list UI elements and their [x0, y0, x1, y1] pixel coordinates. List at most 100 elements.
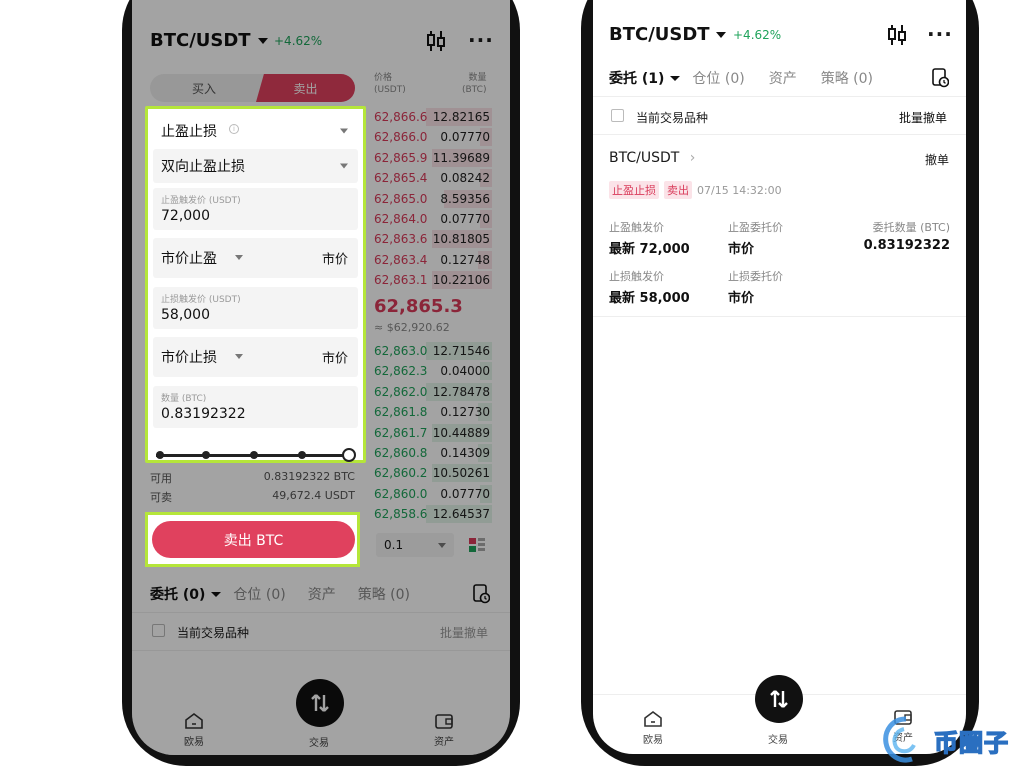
batch-cancel-button[interactable]: 批量撤单 [440, 624, 488, 641]
ask-row[interactable]: 62,865.9 11.39689 [372, 148, 492, 168]
sl-order-type-select[interactable]: 市价止损 [161, 347, 217, 367]
price-change: +4.62% [733, 28, 782, 42]
bid-row[interactable]: 62,861.7 10.44889 [372, 423, 492, 443]
candlestick-chart-icon[interactable] [426, 30, 446, 56]
ask-row[interactable]: 62,865.0 8.59356 [372, 189, 492, 209]
bid-qty: 12.64537 [432, 507, 490, 522]
ask-row[interactable]: 62,864.0 0.07770 [372, 209, 492, 229]
tab-orders[interactable]: 委托 (0) [150, 584, 205, 604]
order-history-icon[interactable] [472, 584, 491, 608]
sl-order-row: 市价止损 市价 [153, 337, 358, 377]
slider-step-75[interactable] [298, 451, 306, 459]
nav-home-label: 欧易 [643, 735, 663, 746]
tp-order-type-select[interactable]: 市价止盈 [161, 248, 217, 268]
order-card-divider [593, 316, 966, 317]
tabs-divider [593, 96, 966, 97]
sell-btc-button[interactable]: 卖出 BTC [152, 521, 355, 558]
buy-tab[interactable]: 买入 [150, 74, 258, 102]
price-change: +4.62% [274, 34, 323, 48]
orders-dropdown-icon[interactable] [211, 591, 222, 597]
slider-step-0[interactable] [156, 451, 164, 459]
precision-dropdown-icon [438, 543, 446, 548]
ask-row[interactable]: 62,863.1 10.22106 [372, 270, 492, 290]
orders-dropdown-icon[interactable] [670, 75, 681, 81]
slider-step-50[interactable] [250, 451, 258, 459]
qty-header-label: 数量 [468, 73, 487, 83]
current-pair-checkbox[interactable] [611, 109, 624, 122]
nav-assets[interactable]: 资产 [434, 712, 454, 748]
nav-home[interactable]: 欧易 [643, 710, 663, 746]
sl-order-price: 市价 [321, 351, 348, 367]
ask-row[interactable]: 62,863.6 10.81805 [372, 229, 492, 249]
ask-row[interactable]: 62,866.6 12.82165 [372, 107, 492, 127]
tab-strategies[interactable]: 策略 (0) [821, 68, 873, 88]
bid-row[interactable]: 62,862.0 12.78478 [372, 382, 492, 402]
precision-select[interactable]: 0.1 [376, 533, 454, 557]
bid-row[interactable]: 62,861.8 0.12730 [372, 402, 492, 422]
qty-label: 委托数量 (BTC) [872, 221, 950, 234]
sl-order-dropdown-icon[interactable] [235, 354, 243, 359]
current-pair-label: 当前交易品种 [636, 111, 709, 125]
sellable-value: 49,672.4 USDT [272, 489, 355, 502]
bid-row[interactable]: 62,863.0 12.71546 [372, 341, 492, 361]
bid-qty: 12.78478 [432, 384, 490, 399]
bid-row[interactable]: 62,858.6 12.64537 [372, 504, 492, 524]
nav-trade-label[interactable]: 交易 [768, 731, 788, 746]
pair-dropdown-icon[interactable] [716, 32, 726, 38]
pair-title[interactable]: BTC/USDT [150, 30, 251, 51]
trade-fab-button[interactable] [755, 675, 803, 723]
bid-row[interactable]: 62,860.2 10.50261 [372, 463, 492, 483]
order-form-panel: 止盈止损 i 双向止盈止损 止盈触发价 (USDT) 72,000 市价止盈 市… [145, 106, 366, 463]
trade-fab-button[interactable] [296, 679, 344, 727]
ask-row[interactable]: 62,863.4 0.12748 [372, 250, 492, 270]
batch-cancel-button[interactable]: 批量撤单 [899, 109, 947, 126]
order-type-select[interactable]: 止盈止损 i [153, 114, 358, 148]
nav-trade-label[interactable]: 交易 [309, 734, 329, 749]
right-phone-screen: BTC/USDT +4.62% ··· 委托 (1) 仓位 (0) 资产 策略 … [593, 0, 966, 754]
cancel-order-button[interactable]: 撤单 [925, 151, 949, 168]
bid-price: 62,862.3 [374, 364, 428, 379]
nav-home[interactable]: 欧易 [184, 712, 204, 748]
ask-row[interactable]: 62,865.4 0.08242 [372, 168, 492, 188]
ask-price: 62,863.4 [374, 252, 428, 267]
tab-orders[interactable]: 委托 (1) [609, 68, 664, 88]
tab-strategies[interactable]: 策略 (0) [358, 584, 410, 604]
tab-positions[interactable]: 仓位 (0) [233, 584, 285, 604]
ask-row[interactable]: 62,866.0 0.07770 [372, 127, 492, 147]
order-tabs: 委托 (0) 仓位 (0) 资产 策略 (0) [150, 584, 410, 604]
orderbook-layout-icon[interactable] [468, 536, 486, 558]
info-icon[interactable]: i [229, 124, 239, 134]
bid-row[interactable]: 62,862.3 0.04000 [372, 361, 492, 381]
tab-assets[interactable]: 资产 [769, 68, 797, 88]
order-history-icon[interactable] [931, 68, 950, 92]
tp-trigger-field[interactable]: 止盈触发价 (USDT) 72,000 [153, 188, 358, 230]
more-menu-icon[interactable]: ··· [468, 28, 494, 52]
amount-slider[interactable] [156, 447, 356, 463]
tab-assets[interactable]: 资产 [308, 584, 336, 604]
ask-qty: 10.22106 [432, 273, 490, 288]
home-icon [185, 713, 203, 729]
order-card-pair[interactable]: BTC/USDT › [609, 150, 695, 166]
tp-trigger-value: 72,000 [161, 208, 210, 224]
tab-positions[interactable]: 仓位 (0) [692, 68, 744, 88]
more-menu-icon[interactable]: ··· [927, 22, 953, 46]
watermark-swirl-icon [883, 716, 916, 763]
bid-qty: 0.14309 [440, 446, 490, 460]
tp-order-dropdown-icon[interactable] [235, 255, 243, 260]
mode-select[interactable]: 双向止盈止损 [153, 149, 358, 183]
pair-dropdown-icon[interactable] [258, 38, 268, 44]
pair-title[interactable]: BTC/USDT [609, 24, 710, 45]
ask-price: 62,865.9 [374, 150, 428, 165]
sell-tab[interactable]: 卖出 [256, 74, 355, 102]
sl-trigger-field[interactable]: 止损触发价 (USDT) 58,000 [153, 287, 358, 329]
bid-row[interactable]: 62,860.0 0.07770 [372, 484, 492, 504]
slider-step-25[interactable] [202, 451, 210, 459]
current-pair-label: 当前交易品种 [177, 626, 250, 640]
slider-knob[interactable] [342, 448, 356, 462]
current-pair-checkbox[interactable] [152, 624, 165, 637]
amount-field[interactable]: 数量 (BTC) 0.83192322 [153, 386, 358, 428]
bid-row[interactable]: 62,860.8 0.14309 [372, 443, 492, 463]
candlestick-chart-icon[interactable] [887, 24, 907, 50]
qty-value: 0.83192322 [863, 238, 950, 253]
sellable-row: 可卖 49,672.4 USDT [150, 489, 355, 505]
